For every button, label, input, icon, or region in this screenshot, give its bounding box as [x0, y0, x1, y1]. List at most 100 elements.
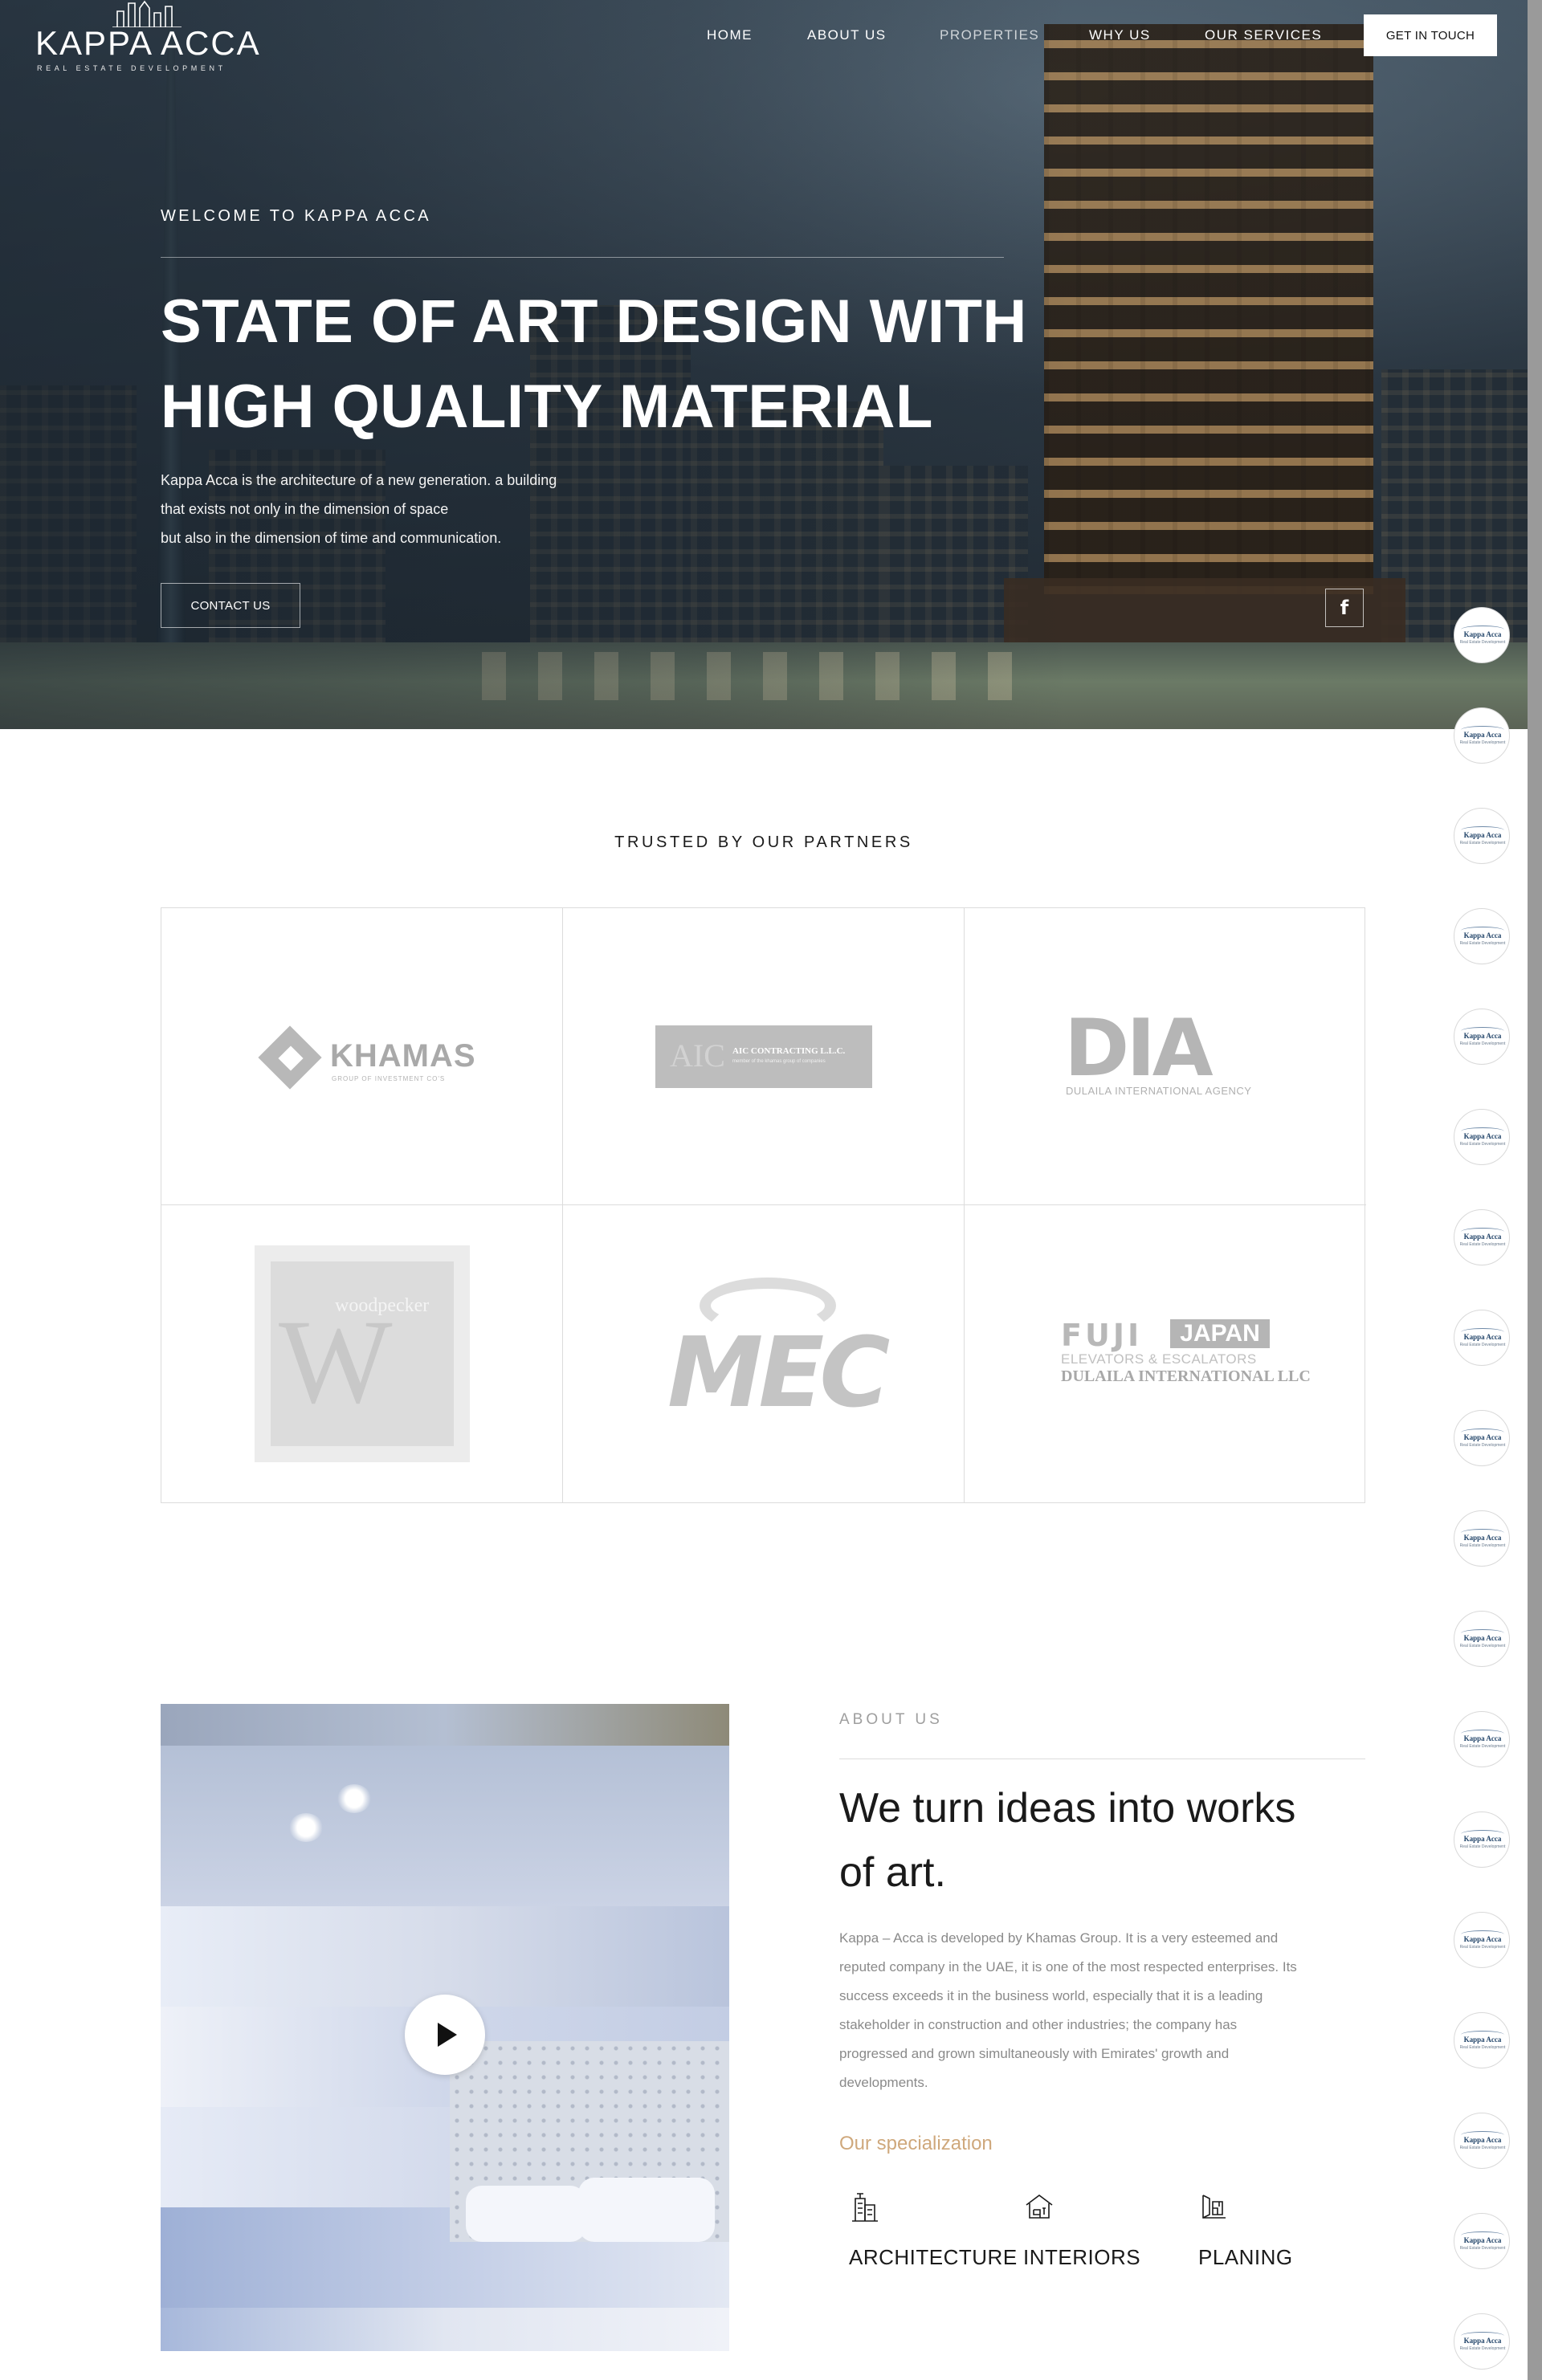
about-title-line: of art.	[839, 1849, 946, 1896]
partner-cell-dia: DIA DULAILA INTERNATIONAL AGENCY	[965, 908, 1366, 1205]
woodpecker-logo: W woodpecker	[255, 1245, 470, 1462]
watermark-text: Kappa Acca	[1463, 630, 1502, 638]
about-video[interactable]	[161, 1704, 729, 2351]
nav-home[interactable]: HOME	[707, 27, 753, 43]
watermark-subtext: Real Estate Development	[1459, 1543, 1506, 1548]
brand-logo[interactable]: KAPPA ACCA REAL ESTATE DEVELOPMENT	[35, 0, 259, 77]
aic-logo-name: AIC CONTRACTING L.L.C.	[732, 1046, 846, 1056]
dia-logo: DIA DULAILA INTERNATIONAL AGENCY	[1061, 1003, 1270, 1101]
watermark-subtext: Real Estate Development	[1459, 1844, 1506, 1849]
watermark-badge: Kappa Acca Real Estate Development	[1454, 908, 1510, 964]
fuji-logo-line: ELEVATORS & ESCALATORS	[1061, 1351, 1257, 1367]
hero-divider	[161, 257, 1004, 258]
watermark-text: Kappa Acca	[1463, 1634, 1502, 1642]
partner-cell-aic: AIC AIC CONTRACTING L.L.C. member of the…	[563, 908, 965, 1205]
watermark-badge: Kappa Acca Real Estate Development	[1454, 2213, 1510, 2269]
aic-logo: AIC AIC CONTRACTING L.L.C. member of the…	[655, 1025, 872, 1088]
play-icon[interactable]	[405, 1995, 485, 2075]
watermark-badge: Kappa Acca Real Estate Development	[1454, 707, 1510, 764]
watermark-subtext: Real Estate Development	[1459, 2045, 1506, 2050]
khamas-logo-name: KHAMAS	[330, 1038, 476, 1074]
watermark-text: Kappa Acca	[1463, 2337, 1502, 2345]
watermark-badge: Kappa Acca Real Estate Development	[1454, 2313, 1510, 2370]
fuji-logo-line: DULAILA INTERNATIONAL LLC	[1061, 1367, 1311, 1385]
hero-desc-line: Kappa Acca is the architecture of a new …	[161, 472, 557, 488]
video-band	[161, 1906, 729, 2007]
watermark-subtext: Real Estate Development	[1459, 2346, 1506, 2351]
watermark-subtext: Real Estate Development	[1459, 640, 1506, 645]
hero-kicker: WELCOME TO KAPPA ACCA	[161, 207, 432, 225]
watermark-text: Kappa Acca	[1463, 2136, 1502, 2144]
about-body-line: success exceeds it in the business world…	[839, 1988, 1263, 2003]
spec-interiors[interactable]: INTERIORS	[1014, 2190, 1174, 2279]
brand-name: KAPPA ACCA	[35, 24, 261, 62]
partner-cell-woodpecker: W woodpecker	[161, 1205, 563, 1502]
watermark-text: Kappa Acca	[1463, 731, 1502, 739]
video-band	[161, 2308, 729, 2351]
watermark-subtext: Real Estate Development	[1459, 1443, 1506, 1448]
watermark-text: Kappa Acca	[1463, 2236, 1502, 2244]
watermark-text: Kappa Acca	[1463, 1935, 1502, 1943]
about-body: Kappa – Acca is developed by Khamas Grou…	[839, 1924, 1365, 2097]
spec-planing[interactable]: PLANING	[1189, 2190, 1349, 2279]
partner-cell-mec: MEC	[563, 1205, 965, 1502]
mec-logo-name: MEC	[667, 1318, 890, 1429]
watermark-text: Kappa Acca	[1463, 1333, 1502, 1341]
blueprint-icon	[1202, 2195, 1226, 2219]
watermark-badge: Kappa Acca Real Estate Development	[1454, 1611, 1510, 1667]
get-in-touch-button[interactable]: GET IN TOUCH	[1364, 14, 1497, 56]
partner-cell-khamas: KHAMAS GROUP OF INVESTMENT CO'S	[161, 908, 563, 1205]
page-scrollbar[interactable]	[1528, 0, 1542, 2380]
watermark-badge: Kappa Acca Real Estate Development	[1454, 2113, 1510, 2169]
hero-desc-line: that exists not only in the dimension of…	[161, 501, 449, 517]
watermark-badge: Kappa Acca Real Estate Development	[1454, 1912, 1510, 1968]
watermark-text: Kappa Acca	[1463, 1233, 1502, 1241]
video-pillow	[466, 2186, 586, 2242]
video-lamp	[337, 1784, 371, 1813]
watermark-subtext: Real Estate Development	[1459, 1242, 1506, 1247]
about-body-line: developments.	[839, 2075, 928, 2090]
skyline-icon	[112, 0, 182, 27]
watermark-text: Kappa Acca	[1463, 1032, 1502, 1040]
woodpecker-logo-name: woodpecker	[335, 1295, 430, 1316]
dia-logo-letters: DIA	[1064, 1003, 1214, 1094]
partners-title: TRUSTED BY OUR PARTNERS	[614, 833, 913, 851]
about-body-line: Kappa – Acca is developed by Khamas Grou…	[839, 1930, 1279, 1946]
spec-architecture[interactable]: ARCHITECTURE	[839, 2190, 1017, 2279]
nav-our-services[interactable]: OUR SERVICES	[1205, 27, 1322, 43]
spec-label: PLANING	[1198, 2245, 1293, 2269]
nav-properties[interactable]: PROPERTIES	[940, 27, 1039, 43]
about-title: We turn ideas into works of art.	[839, 1776, 1369, 1905]
nav-about-us[interactable]: ABOUT US	[807, 27, 887, 43]
watermark-subtext: Real Estate Development	[1459, 1744, 1506, 1749]
watermark-text: Kappa Acca	[1463, 931, 1502, 939]
spec-label: INTERIORS	[1023, 2245, 1141, 2269]
watermark-subtext: Real Estate Development	[1459, 740, 1506, 745]
watermark-badge: Kappa Acca Real Estate Development	[1454, 607, 1510, 663]
watermark-subtext: Real Estate Development	[1459, 1945, 1506, 1950]
facebook-icon[interactable]: f	[1325, 589, 1364, 627]
watermark-subtext: Real Estate Development	[1459, 1041, 1506, 1046]
watermark-subtext: Real Estate Development	[1459, 1644, 1506, 1648]
about-body-line: stakeholder in construction and other in…	[839, 2017, 1238, 2032]
watermark-badge: Kappa Acca Real Estate Development	[1454, 1410, 1510, 1466]
partner-cell-fuji: FUJI JAPAN ELEVATORS & ESCALATORS DULAIL…	[965, 1205, 1366, 1502]
watermark-text: Kappa Acca	[1463, 2036, 1502, 2044]
nav-why-us[interactable]: WHY US	[1089, 27, 1151, 43]
watermark-badge: Kappa Acca Real Estate Development	[1454, 1811, 1510, 1868]
aic-logo-note: member of the khamas group of companies	[732, 1059, 826, 1064]
video-band	[161, 1704, 729, 1746]
watermark-badge: Kappa Acca Real Estate Development	[1454, 1510, 1510, 1567]
video-band	[161, 1746, 729, 1906]
watermark-text: Kappa Acca	[1463, 1835, 1502, 1843]
khamas-logo: KHAMAS GROUP OF INVESTMENT CO'S	[258, 1025, 476, 1093]
hero-section: KAPPA ACCA REAL ESTATE DEVELOPMENT HOME …	[0, 0, 1528, 729]
about-title-line: We turn ideas into works	[839, 1785, 1296, 1832]
watermark-text: Kappa Acca	[1463, 1734, 1502, 1742]
about-body-line: progressed and grown simultaneously with…	[839, 2046, 1230, 2061]
watermark-badge: Kappa Acca Real Estate Development	[1454, 1209, 1510, 1265]
watermark-badge: Kappa Acca Real Estate Development	[1454, 1009, 1510, 1065]
specialization-title: Our specialization	[839, 2133, 993, 2154]
contact-us-button[interactable]: CONTACT US	[161, 583, 300, 628]
watermark-subtext: Real Estate Development	[1459, 1142, 1506, 1147]
